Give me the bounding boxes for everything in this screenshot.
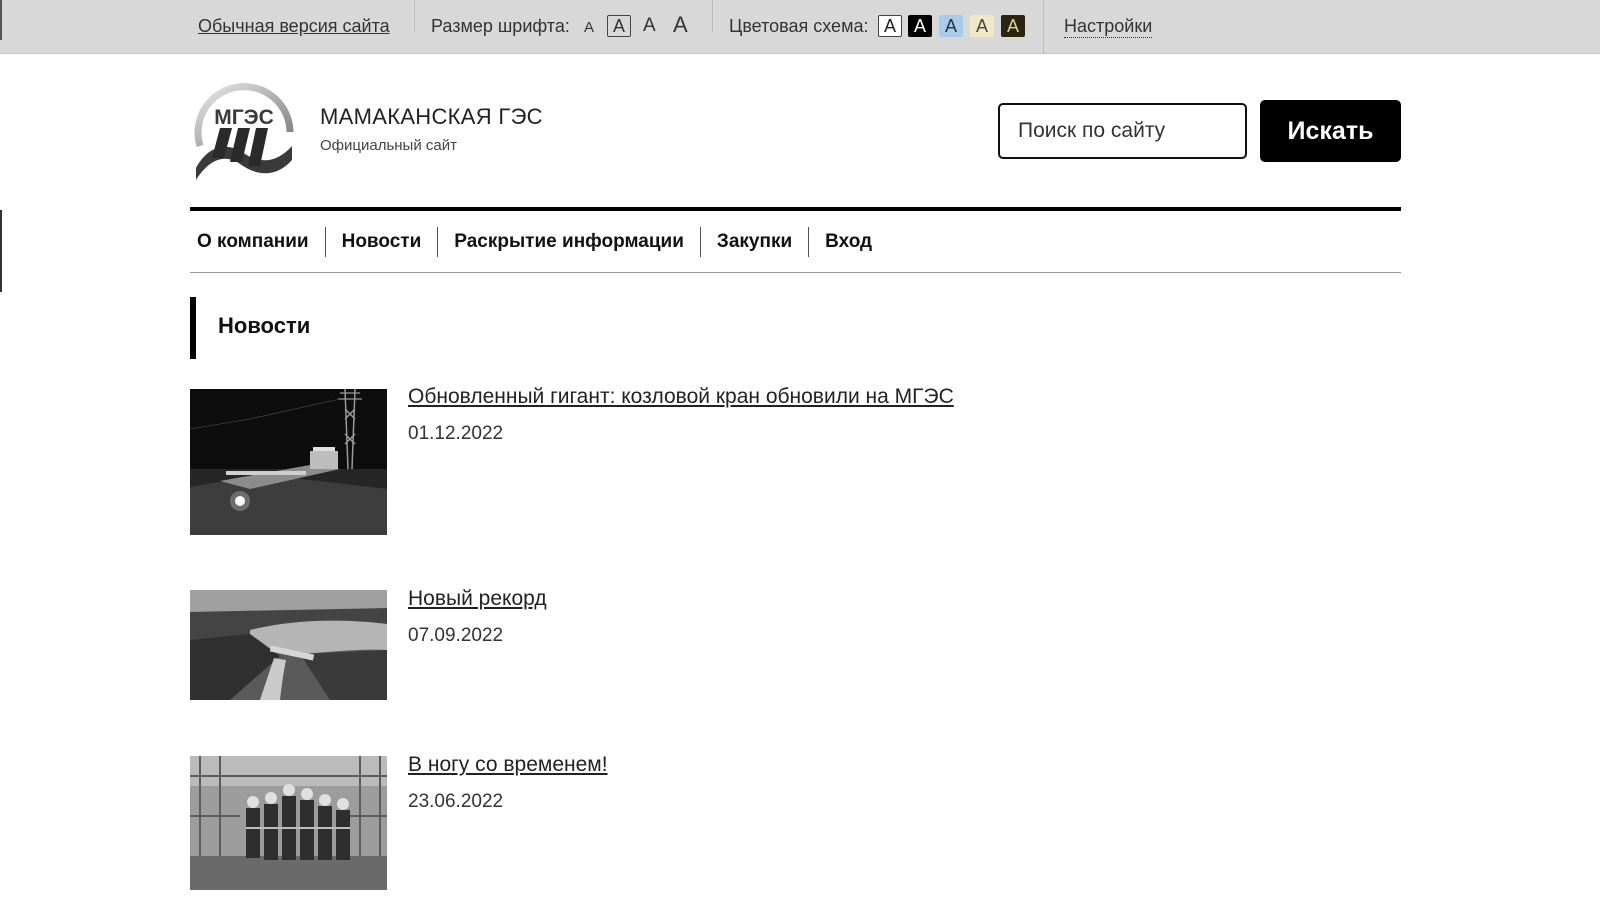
aerial-dam-photo — [190, 590, 387, 700]
site-subtitle: Официальный сайт — [320, 137, 457, 154]
news-date: 23.06.2022 — [408, 791, 504, 812]
logo-emblem-icon: МГЭС — [194, 83, 294, 180]
nav-item-news[interactable]: Новости — [335, 227, 438, 257]
color-scheme-blue-button[interactable]: A — [939, 15, 963, 37]
news-thumbnail[interactable] — [190, 756, 387, 890]
logo-text: МГЭС — [214, 106, 274, 129]
section-accent-bar — [190, 297, 196, 359]
settings-link[interactable]: Настройки — [1064, 16, 1153, 38]
color-scheme-white-button[interactable]: A — [878, 15, 902, 37]
nav-divider — [699, 227, 701, 257]
nav-item-login[interactable]: Вход — [818, 227, 888, 257]
font-size-large-button[interactable]: A — [643, 16, 656, 35]
nav-item-company[interactable]: О компании — [190, 227, 325, 257]
left-edge-marker — [0, 0, 2, 40]
left-edge-marker — [0, 210, 2, 292]
page-title: Новости — [218, 313, 311, 338]
color-scheme-label: Цветовая схема: — [729, 16, 869, 36]
font-size-medium-button[interactable]: A — [607, 15, 631, 37]
color-scheme-beige-button[interactable]: A — [970, 15, 994, 37]
color-scheme-brown-button[interactable]: A — [1001, 15, 1025, 37]
font-size-small-button[interactable]: A — [584, 20, 594, 35]
font-size-label: Размер шрифта: — [431, 16, 570, 36]
main-navigation: О компании Новости Раскрытие информации … — [190, 227, 888, 257]
nav-bottom-rule — [190, 272, 1401, 273]
search-button[interactable]: Искать — [1260, 100, 1401, 162]
toolbar-divider — [1043, 0, 1044, 54]
search-input[interactable] — [998, 103, 1247, 159]
news-thumbnail[interactable] — [190, 590, 387, 700]
nav-divider — [324, 227, 326, 257]
news-thumbnail[interactable] — [190, 389, 387, 535]
night-dam-photo — [190, 389, 387, 535]
color-scheme-black-button[interactable]: A — [908, 15, 932, 37]
toolbar-divider — [414, 0, 415, 32]
font-size-xlarge-button[interactable]: A — [673, 14, 688, 36]
workers-group-photo — [190, 756, 387, 890]
news-title-link[interactable]: В ногу со временем! — [408, 753, 608, 777]
site-title: МАМАКАНСКАЯ ГЭС — [320, 104, 543, 129]
news-title-link[interactable]: Обновленный гигант: козловой кран обнови… — [408, 385, 954, 409]
news-date: 01.12.2022 — [408, 423, 504, 444]
nav-top-rule — [190, 207, 1401, 211]
news-title-link[interactable]: Новый рекорд — [408, 587, 547, 611]
news-date: 07.09.2022 — [408, 625, 504, 646]
accessibility-toolbar: Обычная версия сайта Размер шрифта: A A … — [0, 0, 1600, 54]
site-logo[interactable]: МГЭС — [190, 76, 298, 184]
nav-item-disclosure[interactable]: Раскрытие информации — [447, 227, 700, 257]
nav-item-purchases[interactable]: Закупки — [710, 227, 808, 257]
normal-version-link[interactable]: Обычная версия сайта — [198, 16, 390, 37]
nav-divider — [437, 227, 439, 257]
nav-divider — [808, 227, 810, 257]
toolbar-divider — [712, 0, 713, 32]
